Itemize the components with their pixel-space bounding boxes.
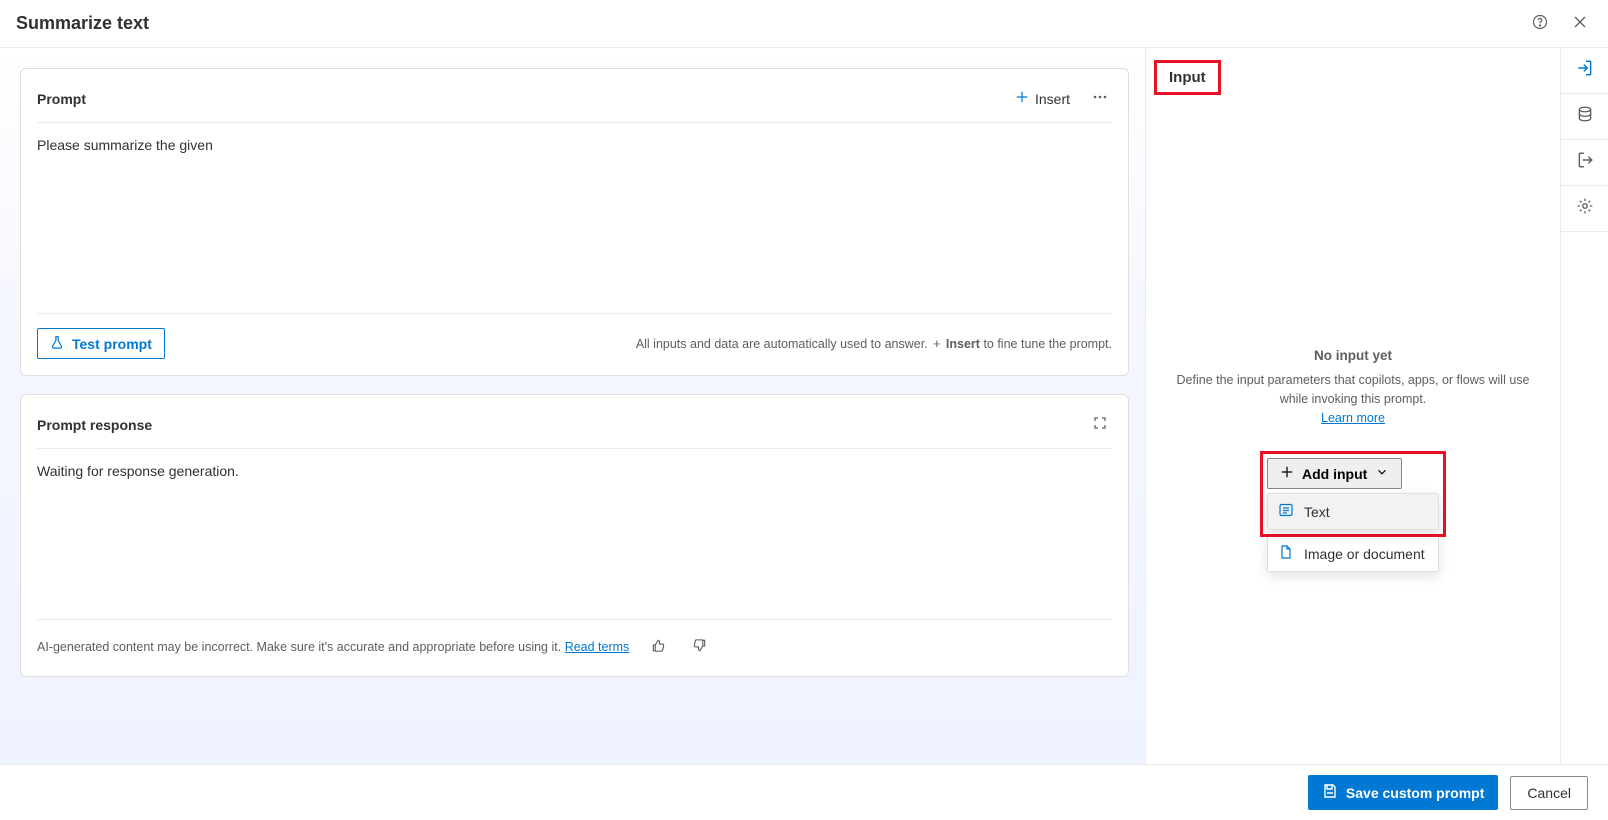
thumbs-down-button[interactable] [688,634,711,660]
body: Prompt Insert Please summarize [0,48,1608,764]
prompt-footer: Test prompt All inputs and data are auto… [37,313,1112,359]
add-input-highlight: Add input Text [1260,451,1446,537]
rail-data-button[interactable] [1561,94,1608,140]
test-prompt-button[interactable]: Test prompt [37,328,165,359]
add-input-dropdown-extra: Image or document [1267,536,1439,572]
expand-icon [1092,415,1108,434]
help-icon [1532,14,1548,33]
insert-button[interactable]: Insert [1015,90,1070,107]
save-button[interactable]: Save custom prompt [1308,775,1498,810]
ai-disclaimer: AI-generated content may be incorrect. M… [37,640,629,654]
response-title: Prompt response [37,417,152,433]
disclaimer-text: AI-generated content may be incorrect. M… [37,640,565,654]
plus-icon [1015,90,1029,107]
rail-input-button[interactable] [1561,48,1608,94]
login-icon [1576,59,1594,82]
beaker-icon [50,335,64,352]
prompt-textarea[interactable]: Please summarize the given [37,123,1112,313]
input-tab-highlighted[interactable]: Input [1154,60,1221,95]
hint-bold: Insert [946,337,980,351]
close-button[interactable] [1568,10,1592,37]
plus-icon [1280,465,1294,482]
dropdown-text-label: Text [1304,504,1330,520]
cancel-button[interactable]: Cancel [1510,776,1588,810]
editor-column: Prompt Insert Please summarize [0,48,1145,764]
test-prompt-label: Test prompt [72,336,152,352]
dropdown-item-text[interactable]: Text [1268,494,1438,529]
empty-desc-text: Define the input parameters that copilot… [1177,373,1530,406]
help-button[interactable] [1528,10,1552,37]
input-empty-state: No input yet Define the input parameters… [1146,348,1560,427]
dropdown-item-image[interactable]: Image or document [1268,536,1438,571]
response-footer: AI-generated content may be incorrect. M… [37,619,1112,660]
hint-pre: All inputs and data are automatically us… [636,337,931,351]
response-card: Prompt response Waiting for response gen… [20,394,1129,677]
thumbs-up-icon [651,638,666,656]
prompt-card: Prompt Insert Please summarize [20,68,1129,376]
thumbs-down-icon [692,638,707,656]
empty-description: Define the input parameters that copilot… [1176,371,1530,427]
chevron-down-icon [1375,465,1389,482]
more-icon [1092,89,1108,108]
rail-output-button[interactable] [1561,140,1608,186]
more-button[interactable] [1088,85,1112,112]
title-bar: Summarize text [0,0,1608,48]
hint-post: to fine tune the prompt. [980,337,1112,351]
footer-bar: Save custom prompt Cancel [0,764,1608,820]
text-icon [1278,502,1294,521]
title-actions [1528,10,1592,37]
response-header: Prompt response [37,411,1112,449]
input-panel: Input No input yet Define the input para… [1145,48,1560,764]
read-terms-link[interactable]: Read terms [565,640,630,654]
prompt-header: Prompt Insert [37,85,1112,123]
thumbs-up-button[interactable] [647,634,670,660]
prompt-actions: Insert [1015,85,1112,112]
side-rail [1560,48,1608,764]
add-input-dropdown: Text [1267,493,1439,530]
response-actions [1088,411,1112,438]
document-icon [1278,544,1294,563]
page-title: Summarize text [16,13,149,34]
dropdown-image-label: Image or document [1304,546,1425,562]
add-input-label: Add input [1302,466,1367,482]
insert-label: Insert [1035,91,1070,107]
empty-title: No input yet [1176,348,1530,363]
close-icon [1572,14,1588,33]
database-icon [1576,105,1594,128]
rail-settings-button[interactable] [1561,186,1608,232]
logout-icon [1576,151,1594,174]
prompt-title: Prompt [37,91,86,107]
save-label: Save custom prompt [1346,785,1484,801]
expand-button[interactable] [1088,411,1112,438]
prompt-hint: All inputs and data are automatically us… [636,337,1112,351]
save-icon [1322,783,1338,802]
add-input-area: Add input Text [1146,451,1560,537]
response-body: Waiting for response generation. [37,449,1112,619]
add-input-button[interactable]: Add input [1267,458,1402,489]
hint-plus: + [933,337,940,351]
gear-icon [1576,197,1594,220]
learn-more-link[interactable]: Learn more [1321,411,1385,425]
